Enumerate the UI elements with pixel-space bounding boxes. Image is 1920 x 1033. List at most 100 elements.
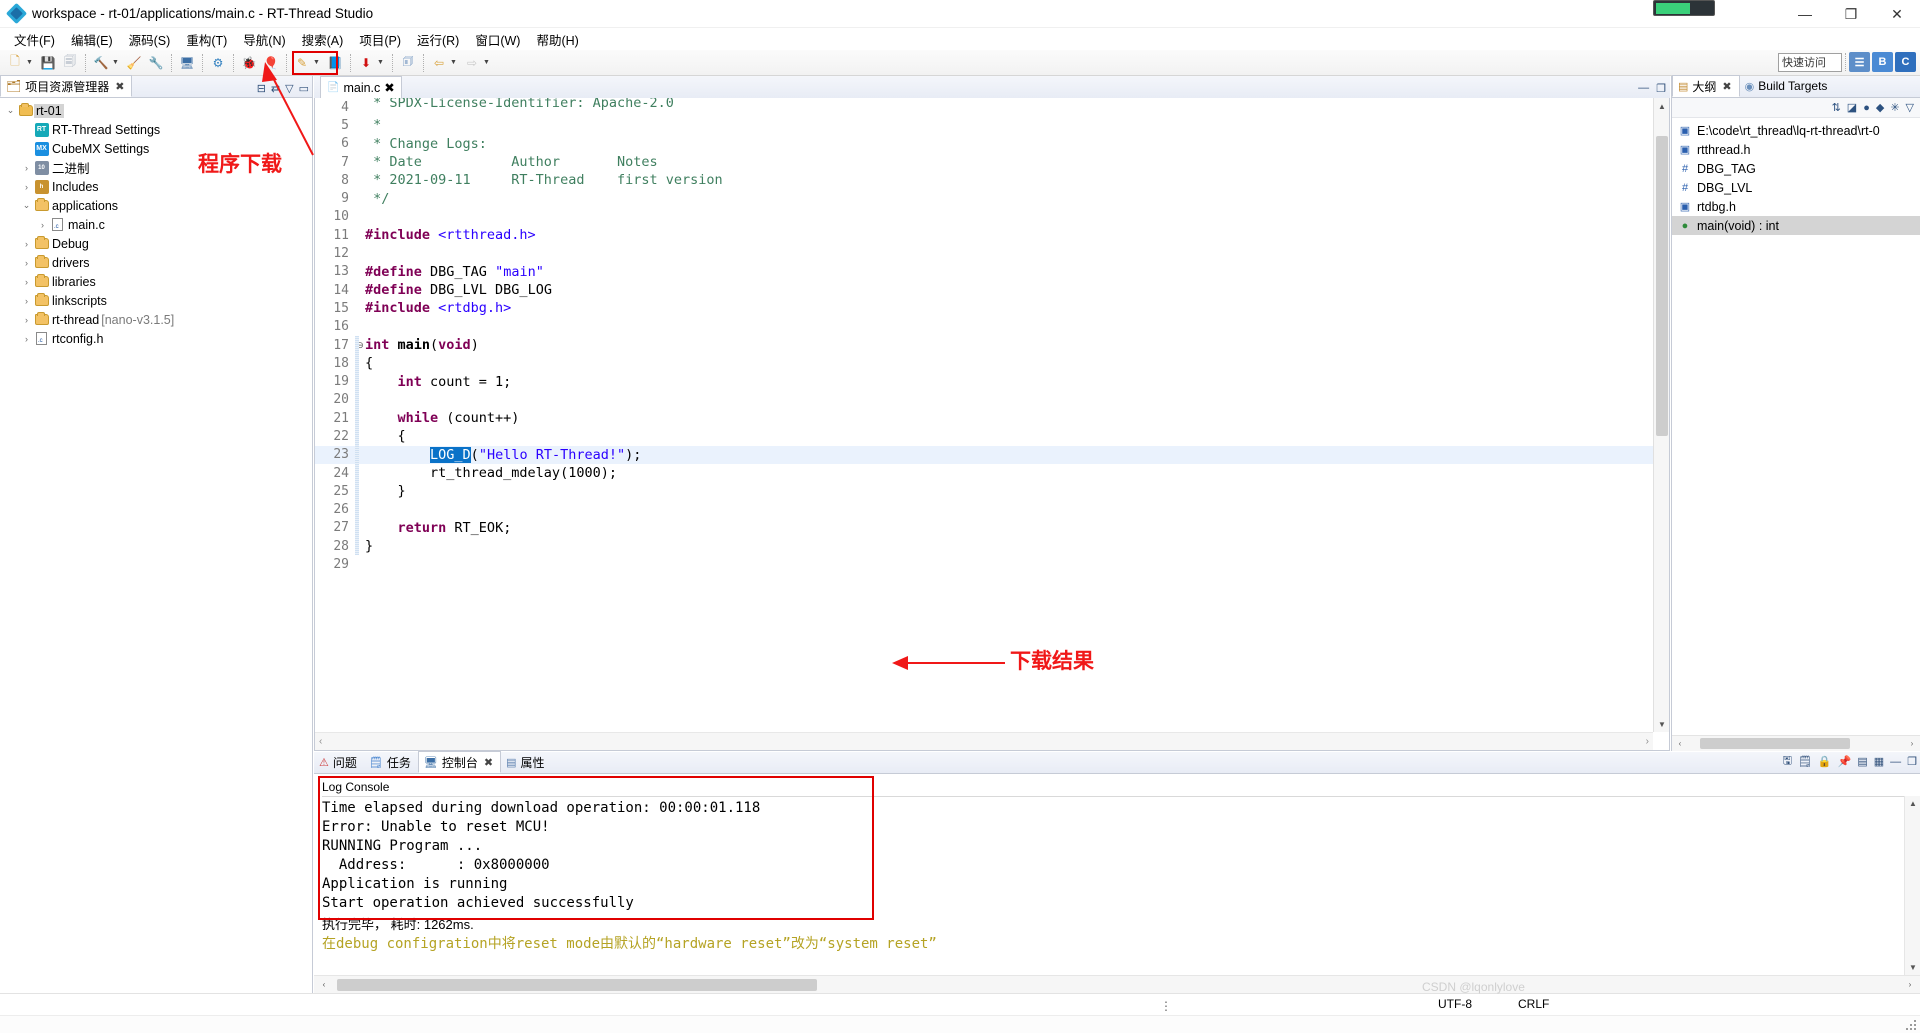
scroll-up-icon[interactable]: ▲ [1905, 796, 1920, 811]
console-vertical-scrollbar[interactable]: ▲ ▼ [1904, 796, 1920, 975]
code-line-15[interactable]: 15 #include <rtdbg.h> [315, 299, 1653, 317]
terminal-button[interactable]: 🖥 [176, 52, 198, 74]
menu-file[interactable]: 文件(F) [6, 28, 63, 51]
menu-run[interactable]: 运行(R) [409, 28, 467, 51]
tree-item-debug[interactable]: › Debug [0, 234, 312, 253]
scroll-down-icon[interactable]: ▼ [1654, 716, 1669, 732]
code-line-9[interactable]: 9 */ [315, 189, 1653, 207]
tree-item-rtconfig-h[interactable]: › rtconfig.h [0, 329, 312, 348]
menu-project[interactable]: 项目(P) [351, 28, 409, 51]
chevron-down-icon[interactable]: ▼ [110, 59, 121, 66]
tree-item-rt-thread-settings[interactable]: RT RT-Thread Settings [0, 120, 312, 139]
code-line-26[interactable]: 26 [315, 501, 1653, 519]
code-line-22[interactable]: 22 { [315, 427, 1653, 445]
new-file-button[interactable]: 🗋 ▼ [4, 52, 37, 74]
scroll-right-icon[interactable]: › [1646, 736, 1649, 747]
forward-button[interactable]: ⇨ ▼ [461, 52, 494, 74]
hide-nonpublic-icon[interactable]: ◆ [1876, 101, 1884, 114]
quick-access-input[interactable]: 快速访问 [1778, 52, 1842, 72]
code-line-12[interactable]: 12 [315, 244, 1653, 262]
outline-item[interactable]: ▣ rtthread.h [1672, 140, 1920, 159]
code-line-8[interactable]: 8 * 2021-09-11 RT-Thread first version [315, 171, 1653, 189]
chevron-down-icon[interactable]: ▼ [481, 59, 492, 66]
scroll-lock-icon[interactable]: 🔒 [1818, 755, 1832, 768]
tab-tasks[interactable]: 🗒 任务 [364, 751, 418, 773]
code-line-18[interactable]: 18 { [315, 354, 1653, 372]
tree-item-rt-01[interactable]: ⌄ rt-01 [0, 101, 312, 120]
download-button[interactable]: ⬇ ▼ [355, 52, 388, 74]
scroll-down-icon[interactable]: ▼ [1905, 960, 1920, 975]
code-line-24[interactable]: 24 rt_thread_mdelay(1000); [315, 464, 1653, 482]
save-all-button[interactable]: 🗐 [59, 52, 81, 74]
book-button[interactable]: 📘 [324, 52, 346, 74]
bug-button[interactable]: 🐞 [238, 52, 260, 74]
scroll-left-icon[interactable]: ‹ [319, 736, 322, 747]
chevron-right-icon[interactable]: › [20, 182, 33, 192]
tree-item-cubemx-settings[interactable]: MX CubeMX Settings [0, 139, 312, 158]
chevron-right-icon[interactable]: › [20, 258, 33, 268]
code-line-6[interactable]: 6 * Change Logs: [315, 135, 1653, 153]
code-line-16[interactable]: 16 [315, 318, 1653, 336]
code-line-7[interactable]: 7 * Date Author Notes [315, 153, 1653, 171]
close-icon[interactable]: ✖ [1722, 80, 1731, 93]
maximize-icon[interactable]: ❐ [1656, 82, 1666, 95]
filter-icon[interactable]: ✳ [1890, 101, 1899, 114]
console-horizontal-scrollbar[interactable]: ‹ › [314, 975, 1920, 993]
tree-item-rt-thread[interactable]: › rt-thread [nano-v3.1.5] [0, 310, 312, 329]
code-editor[interactable]: 4 * SPDX-License-Identifier: Apache-2.0 5… [314, 98, 1670, 751]
outline-item[interactable]: # DBG_TAG [1672, 159, 1920, 178]
chevron-down-icon[interactable]: ▼ [311, 59, 322, 66]
scroll-up-icon[interactable]: ▲ [1654, 98, 1669, 114]
scroll-right-icon[interactable]: › [1906, 739, 1918, 748]
build-button[interactable]: 🔨 ▼ [90, 52, 123, 74]
chevron-right-icon[interactable]: › [20, 334, 33, 344]
chevron-down-icon[interactable]: ▼ [448, 59, 459, 66]
code-line-5[interactable]: 5 * [315, 116, 1653, 134]
scroll-left-icon[interactable]: ‹ [1674, 739, 1686, 748]
close-icon[interactable]: ✖ [484, 756, 493, 769]
menu-refactor[interactable]: 重构(T) [178, 28, 235, 51]
hide-static-icon[interactable]: ● [1863, 102, 1870, 114]
settings-wrench-button[interactable]: 🔧 [145, 52, 167, 74]
chevron-right-icon[interactable]: › [20, 277, 33, 287]
menu-source[interactable]: 源码(S) [121, 28, 179, 51]
serial-monitor-button[interactable]: 🗊 [397, 52, 419, 74]
sort-icon[interactable]: ⇅ [1832, 101, 1841, 114]
link-editor-icon[interactable]: ⇄ [271, 82, 280, 95]
tree-item-drivers[interactable]: › drivers [0, 253, 312, 272]
tab-console[interactable]: 🖥 控制台 ✖ [417, 751, 502, 773]
chevron-right-icon[interactable]: › [20, 163, 33, 173]
hide-fields-icon[interactable]: ◪ [1847, 101, 1857, 114]
code-line-13[interactable]: 13 #define DBG_TAG "main" [315, 263, 1653, 281]
code-line-17[interactable]: 17 ⊖ int main(void) [315, 336, 1653, 354]
menu-edit[interactable]: 编辑(E) [63, 28, 121, 51]
outline-item[interactable]: # DBG_LVL [1672, 178, 1920, 197]
code-line-4[interactable]: 4 * SPDX-License-Identifier: Apache-2.0 [315, 98, 1653, 116]
view-menu-icon[interactable]: ▭ [299, 82, 309, 95]
clean-button[interactable]: 🧹 [123, 52, 145, 74]
minimize-button[interactable]: — [1782, 0, 1828, 28]
minimize-icon[interactable]: ▽ [285, 82, 293, 95]
tree-item-libraries[interactable]: › libraries [0, 272, 312, 291]
editor-horizontal-scrollbar[interactable]: ‹ › [315, 732, 1653, 750]
tab-properties[interactable]: ▤ 属性 [501, 751, 551, 773]
code-line-10[interactable]: 10 [315, 208, 1653, 226]
tree-item-includes[interactable]: › h Includes [0, 177, 312, 196]
save-button[interactable]: 💾 [37, 52, 59, 74]
menu-help[interactable]: 帮助(H) [528, 28, 586, 51]
view-menu-icon[interactable]: ▽ [1906, 101, 1914, 114]
export-icon[interactable]: 🖫 [1783, 752, 1792, 771]
tree-item-[interactable]: › 10 二进制 [0, 158, 312, 177]
tree-item-main-c[interactable]: › main.c [0, 215, 312, 234]
chevron-down-icon[interactable]: ⌄ [20, 200, 33, 211]
clear-icon[interactable]: 🗒 [1798, 755, 1812, 768]
chevron-right-icon[interactable]: › [36, 220, 49, 230]
menu-window[interactable]: 窗口(W) [467, 28, 528, 51]
external-tools-button[interactable]: ✎ ▼ [291, 52, 324, 74]
run-button[interactable]: 🎈 [260, 52, 282, 74]
outline-item[interactable]: ▣ E:\code\rt_thread\lq-rt-thread\rt-0 [1672, 121, 1920, 140]
debug-button[interactable]: ⚙ [207, 52, 229, 74]
pin-icon[interactable]: 📌 [1838, 755, 1852, 768]
code-line-11[interactable]: 11 #include <rtthread.h> [315, 226, 1653, 244]
minimize-icon[interactable]: — [1638, 82, 1649, 95]
